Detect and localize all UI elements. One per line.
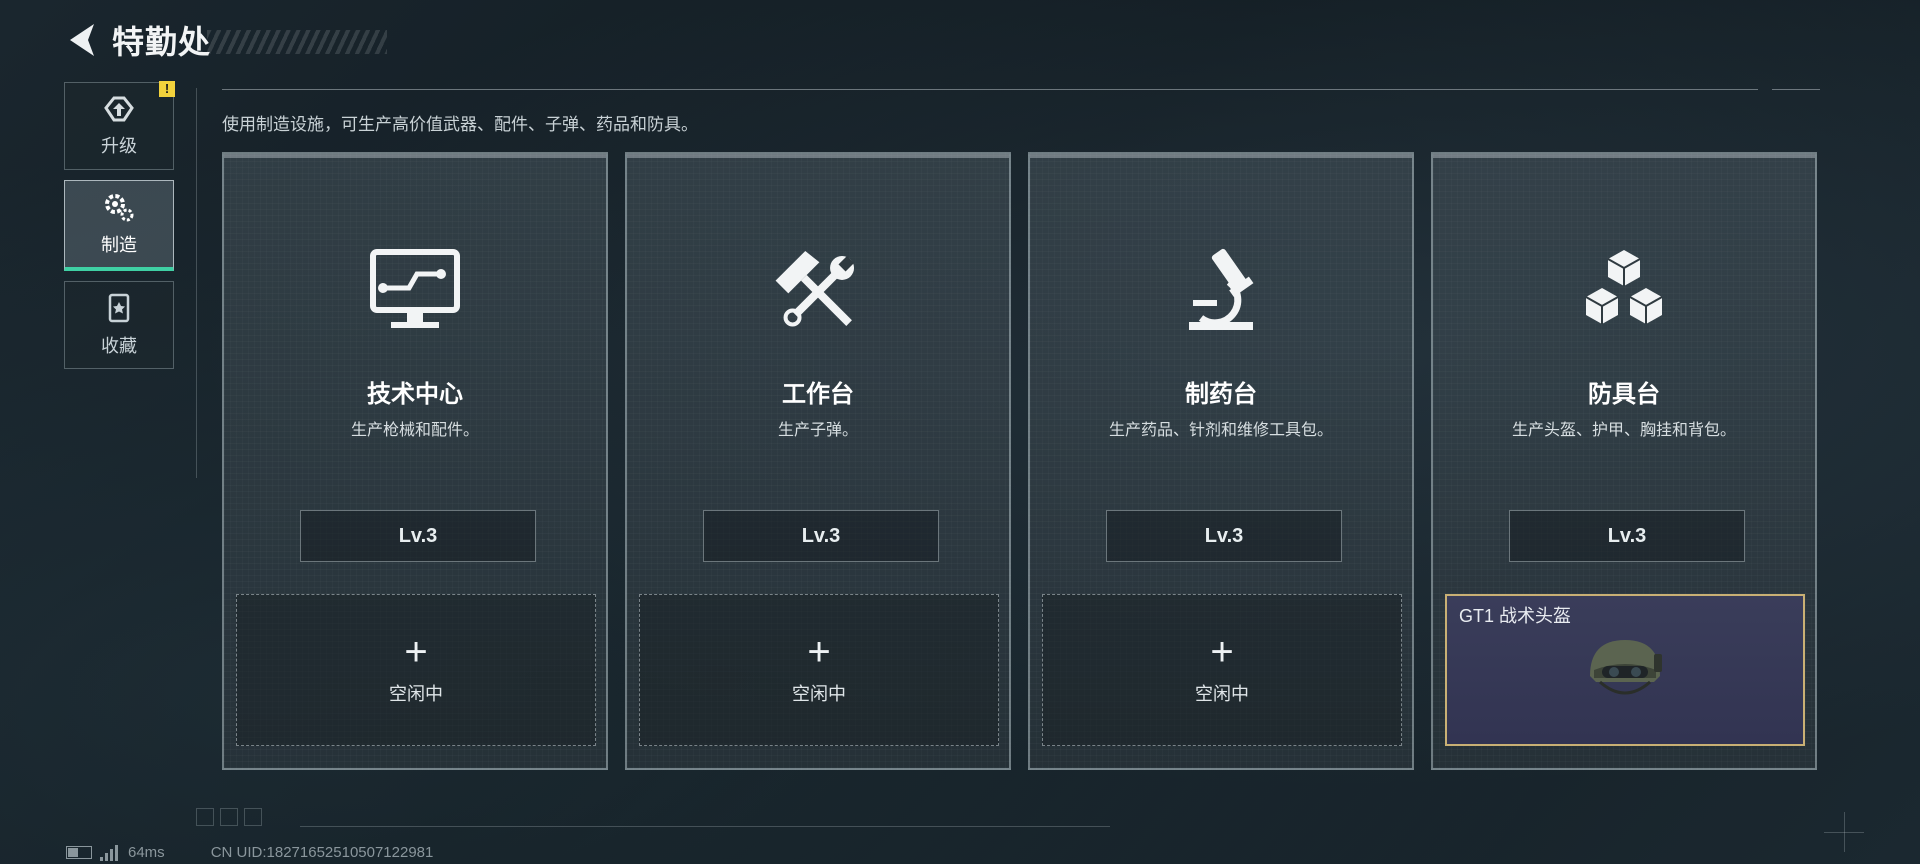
sidebar-item-collection[interactable]: 收藏	[64, 281, 174, 369]
footer-decoration	[196, 808, 262, 826]
level-button[interactable]: Lv.3	[703, 510, 939, 562]
facility-name: 制药台	[1185, 381, 1257, 408]
production-slot[interactable]: + 空闲中	[1042, 594, 1402, 746]
ping-value: 64ms	[128, 844, 165, 861]
top-divider-end	[1772, 89, 1820, 90]
collection-icon	[108, 293, 130, 323]
facility-card-pharmacy[interactable]: 制药台 生产药品、针剂和维修工具包。 Lv.3 + 空闲中	[1028, 152, 1414, 770]
title-decoration	[207, 30, 388, 54]
crafting-item-name: GT1 战术头盔	[1459, 606, 1572, 626]
sidebar-divider	[196, 88, 197, 478]
facility-description: 生产头盔、护甲、胸挂和背包。	[1511, 422, 1736, 439]
computer-icon	[370, 249, 460, 328]
sidebar-item-label: 收藏	[101, 336, 137, 356]
footer-divider	[300, 826, 1110, 827]
facility-card-armor[interactable]: 防具台 生产头盔、护甲、胸挂和背包。 Lv.3 GT1 战术头盔	[1431, 152, 1817, 770]
facility-card-workbench[interactable]: 工作台 生产子弹。 Lv.3 + 空闲中	[625, 152, 1011, 770]
helmet-icon	[1590, 640, 1662, 695]
sidebar: ! 升级 制造 收藏	[64, 81, 175, 379]
add-icon: +	[1210, 630, 1234, 674]
facility-name: 技术中心	[367, 381, 463, 408]
status-bar: 64ms CN UID:18271652510507122981	[66, 844, 433, 861]
facility-card-tech-center[interactable]: 技术中心 生产枪械和配件。 Lv.3 + 空闲中	[222, 152, 608, 770]
facility-name: 防具台	[1588, 381, 1660, 408]
sidebar-item-craft[interactable]: 制造	[64, 180, 174, 271]
production-slot-active[interactable]: GT1 战术头盔	[1445, 594, 1805, 746]
page-title: 特勤处	[112, 24, 212, 60]
user-uid: CN UID:18271652510507122981	[210, 844, 434, 861]
level-button[interactable]: Lv.3	[1509, 510, 1745, 562]
cubes-icon	[1585, 250, 1663, 324]
facility-description: 生产子弹。	[777, 422, 858, 439]
production-slot[interactable]: + 空闲中	[236, 594, 596, 746]
add-icon: +	[404, 630, 428, 674]
upgrade-icon	[104, 96, 134, 122]
page-description: 使用制造设施，可生产高价值武器、配件、子弹、药品和防具。	[222, 115, 698, 134]
level-button[interactable]: Lv.3	[1106, 510, 1342, 562]
microscope-icon	[1189, 248, 1254, 330]
slot-status: 空闲中	[1195, 684, 1249, 704]
sidebar-item-label: 制造	[101, 235, 137, 255]
slot-status: 空闲中	[792, 684, 846, 704]
top-divider	[222, 89, 1758, 90]
add-icon: +	[807, 630, 831, 674]
back-button[interactable]	[64, 20, 100, 60]
back-arrow-icon	[70, 24, 94, 56]
facility-description: 生产药品、针剂和维修工具包。	[1108, 422, 1333, 439]
facility-name: 工作台	[782, 381, 854, 408]
hammer-wrench-icon	[775, 250, 855, 327]
corner-crosshair	[1824, 812, 1864, 852]
gear-icon	[105, 194, 134, 222]
sidebar-item-upgrade[interactable]: ! 升级	[64, 81, 175, 170]
slot-status: 空闲中	[389, 684, 443, 704]
level-button[interactable]: Lv.3	[300, 510, 536, 562]
warning-badge: !	[159, 81, 175, 97]
sidebar-item-label: 升级	[101, 136, 137, 156]
production-slot[interactable]: + 空闲中	[639, 594, 999, 746]
facility-description: 生产枪械和配件。	[350, 422, 479, 439]
battery-icon	[66, 846, 92, 859]
header: 特勤处	[64, 18, 388, 62]
signal-icon	[100, 844, 118, 861]
